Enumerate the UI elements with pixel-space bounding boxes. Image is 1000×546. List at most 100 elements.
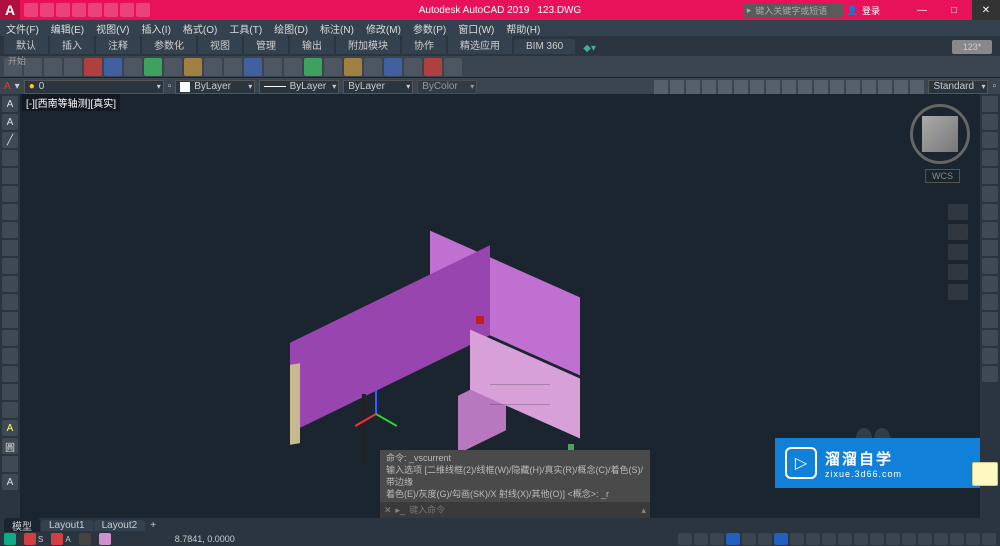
- tab-parametric[interactable]: 参数化: [142, 35, 196, 54]
- offset-tool-icon[interactable]: [264, 58, 282, 76]
- scale-tool-icon[interactable]: [284, 58, 302, 76]
- user-icon[interactable]: 👤: [847, 5, 858, 16]
- status-annomon-icon[interactable]: [902, 533, 916, 545]
- qat-save-icon[interactable]: [56, 3, 70, 17]
- taskbar-app2-icon[interactable]: [51, 533, 63, 545]
- point-icon[interactable]: [2, 348, 18, 364]
- line-tool-icon[interactable]: [4, 58, 22, 76]
- status-tpy-icon[interactable]: [838, 533, 852, 545]
- menu-draw[interactable]: 绘图(D): [272, 21, 310, 36]
- leader-tool-icon[interactable]: [384, 58, 402, 76]
- menu-edit[interactable]: 编辑(E): [49, 21, 86, 36]
- iso-icon[interactable]: [862, 80, 876, 94]
- tab-default[interactable]: 默认: [4, 35, 48, 54]
- pline-icon[interactable]: [2, 168, 18, 184]
- linetype-dropdown[interactable]: ByLayer: [259, 80, 339, 94]
- stretch-icon[interactable]: [982, 240, 998, 256]
- command-input[interactable]: [409, 505, 637, 515]
- status-iso-icon[interactable]: [758, 533, 772, 545]
- qat-more-icon[interactable]: [136, 3, 150, 17]
- region-icon[interactable]: [2, 402, 18, 418]
- qat-new-icon[interactable]: [24, 3, 38, 17]
- menu-modify[interactable]: 修改(M): [364, 21, 403, 36]
- gradient-icon[interactable]: [2, 384, 18, 400]
- arc2-icon[interactable]: [2, 222, 18, 238]
- status-3dosnap-icon[interactable]: [790, 533, 804, 545]
- join-icon[interactable]: [982, 312, 998, 328]
- otrack-icon[interactable]: [734, 80, 748, 94]
- ducs-icon[interactable]: [750, 80, 764, 94]
- tpy-icon[interactable]: [798, 80, 812, 94]
- taskbar-app1-icon[interactable]: [24, 533, 36, 545]
- scale2-icon[interactable]: [982, 222, 998, 238]
- qat-open-icon[interactable]: [40, 3, 54, 17]
- osnap-icon[interactable]: [718, 80, 732, 94]
- trim-tool-icon[interactable]: [184, 58, 202, 76]
- circle2-icon[interactable]: [2, 240, 18, 256]
- tab-insert[interactable]: 插入: [50, 35, 94, 54]
- lwt-icon[interactable]: [782, 80, 796, 94]
- status-ortho-icon[interactable]: [726, 533, 740, 545]
- tab-annotate[interactable]: 注释: [96, 35, 140, 54]
- line-icon[interactable]: ╱: [2, 132, 18, 148]
- menu-file[interactable]: 文件(F): [4, 21, 41, 36]
- arc-tool-icon[interactable]: [64, 58, 82, 76]
- circle-tool-icon[interactable]: [44, 58, 62, 76]
- copy2-icon[interactable]: [982, 114, 998, 130]
- qat-undo-icon[interactable]: [104, 3, 118, 17]
- explode2-icon[interactable]: [982, 366, 998, 382]
- status-grid-icon[interactable]: [694, 533, 708, 545]
- hatch-tool-icon[interactable]: [104, 58, 122, 76]
- move2-icon[interactable]: [982, 186, 998, 202]
- status-osnap-icon[interactable]: [774, 533, 788, 545]
- erase-icon[interactable]: [982, 96, 998, 112]
- color-dropdown[interactable]: ByLayer: [175, 80, 255, 94]
- status-polar-icon[interactable]: [742, 533, 756, 545]
- qat-redo-icon[interactable]: [120, 3, 134, 17]
- taskbar-start-icon[interactable]: [4, 533, 16, 545]
- move-tool-icon[interactable]: [124, 58, 142, 76]
- polyline-tool-icon[interactable]: [24, 58, 42, 76]
- layout-tab-2[interactable]: Layout2: [94, 520, 146, 531]
- explode-tool-icon[interactable]: [324, 58, 342, 76]
- status-units-icon[interactable]: [918, 533, 932, 545]
- text-a-icon[interactable]: A: [2, 420, 18, 436]
- mtext-icon[interactable]: A: [2, 96, 18, 112]
- sc-icon[interactable]: [830, 80, 844, 94]
- status-lwt-icon[interactable]: [822, 533, 836, 545]
- snap-icon[interactable]: [654, 80, 668, 94]
- status-annoscale-icon[interactable]: [870, 533, 884, 545]
- help-search-input[interactable]: ▸ 键入关键字或短语: [743, 3, 843, 17]
- gizmo-icon[interactable]: [910, 80, 924, 94]
- rectangle-tool-icon[interactable]: [84, 58, 102, 76]
- tab-bim360[interactable]: BIM 360: [514, 39, 575, 54]
- style-more-icon[interactable]: ▫: [992, 81, 996, 92]
- extend-tool-icon[interactable]: [304, 58, 322, 76]
- menu-dimension[interactable]: 标注(N): [318, 21, 356, 36]
- dimension-tool-icon[interactable]: [364, 58, 382, 76]
- layout-add-icon[interactable]: +: [150, 520, 156, 531]
- maximize-button[interactable]: □: [940, 0, 968, 20]
- array2-icon[interactable]: [982, 168, 998, 184]
- annotation-a-icon[interactable]: A: [4, 81, 11, 92]
- tab-collaborate[interactable]: 协作: [402, 35, 446, 54]
- qat-plot-icon[interactable]: [88, 3, 102, 17]
- sticky-note-icon[interactable]: [972, 462, 998, 486]
- status-clean-icon[interactable]: [966, 533, 980, 545]
- text-icon[interactable]: A: [2, 114, 18, 130]
- menu-insert[interactable]: 插入(I): [139, 21, 172, 36]
- offset2-icon[interactable]: [982, 150, 998, 166]
- menu-help[interactable]: 帮助(H): [504, 21, 542, 36]
- layout-tab-model[interactable]: 模型: [4, 518, 40, 533]
- command-close-icon[interactable]: ✕: [384, 505, 392, 516]
- status-isolate-icon[interactable]: [950, 533, 964, 545]
- command-window[interactable]: 命令: _vscurrent 输入选项 [二维线框(2)/线框(W)/隐藏(H)…: [380, 450, 650, 518]
- qp-icon[interactable]: [814, 80, 828, 94]
- fillet-tool-icon[interactable]: [224, 58, 242, 76]
- polar-icon[interactable]: [702, 80, 716, 94]
- taskbar-app4-icon[interactable]: [99, 533, 111, 545]
- layer-tools-icon[interactable]: ▫: [168, 81, 172, 92]
- 3d-icon[interactable]: [878, 80, 892, 94]
- layer-dropdown[interactable]: ● 0: [24, 80, 164, 94]
- tab-view[interactable]: 视图: [198, 35, 242, 54]
